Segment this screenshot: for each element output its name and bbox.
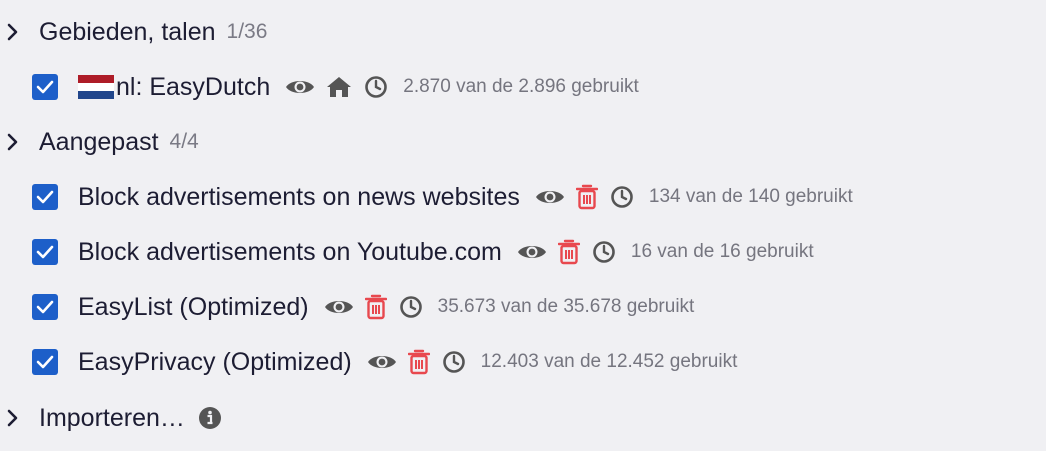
chevron-right-icon[interactable]: [6, 408, 20, 428]
usage-count: 2.870 van de 2.896 gebruikt: [403, 76, 639, 97]
section-header-import[interactable]: Importeren…: [0, 398, 222, 438]
info-icon[interactable]: [198, 406, 222, 430]
filter-list-label: Block advertisements on Youtube.com: [78, 237, 502, 266]
clock-icon[interactable]: [592, 240, 616, 264]
filter-list-item: nl: EasyDutch 2.870 van de 2.896 gebruik…: [0, 67, 639, 107]
section-count: 1/36: [226, 20, 268, 43]
clock-icon[interactable]: [442, 350, 466, 374]
trash-icon[interactable]: [407, 349, 430, 375]
filter-list-label: Block advertisements on news websites: [78, 182, 520, 211]
usage-count: 134 van de 140 gebruikt: [648, 186, 853, 207]
trash-icon[interactable]: [575, 184, 598, 210]
enable-checkbox[interactable]: [32, 239, 58, 265]
chevron-right-icon[interactable]: [6, 132, 20, 152]
filter-list-item: Block advertisements on Youtube.com 16 v…: [0, 232, 814, 272]
filter-list-label: EasyList (Optimized): [78, 292, 309, 321]
filter-list-item: EasyPrivacy (Optimized) 12.403 van de 12…: [0, 342, 737, 382]
clock-icon[interactable]: [610, 185, 634, 209]
section-title: Aangepast: [39, 127, 159, 156]
enable-checkbox[interactable]: [32, 184, 58, 210]
section-title: Importeren…: [39, 403, 185, 432]
filter-list-item: Block advertisements on news websites 13…: [0, 177, 853, 217]
eye-icon[interactable]: [324, 296, 354, 318]
usage-count: 16 van de 16 gebruikt: [630, 241, 814, 262]
netherlands-flag-icon: [78, 75, 114, 99]
trash-icon[interactable]: [557, 239, 580, 265]
eye-icon[interactable]: [367, 351, 397, 373]
eye-icon[interactable]: [535, 186, 565, 208]
usage-count: 35.673 van de 35.678 gebruikt: [437, 296, 695, 317]
eye-icon[interactable]: [285, 76, 315, 98]
usage-count: 12.403 van de 12.452 gebruikt: [480, 351, 738, 372]
filter-list-label: EasyPrivacy (Optimized): [78, 347, 352, 376]
filter-list-label: nl: EasyDutch: [116, 72, 271, 101]
home-icon[interactable]: [326, 75, 352, 99]
section-header-custom[interactable]: Aangepast 4/4: [0, 122, 199, 162]
section-title: Gebieden, talen: [39, 17, 216, 46]
section-count: 4/4: [169, 130, 199, 153]
eye-icon[interactable]: [517, 241, 547, 263]
enable-checkbox[interactable]: [32, 74, 58, 100]
trash-icon[interactable]: [364, 294, 387, 320]
clock-icon[interactable]: [364, 75, 388, 99]
section-header-regions-languages[interactable]: Gebieden, talen 1/36: [0, 12, 267, 52]
chevron-right-icon[interactable]: [6, 22, 20, 42]
enable-checkbox[interactable]: [32, 349, 58, 375]
enable-checkbox[interactable]: [32, 294, 58, 320]
filter-list-item: EasyList (Optimized) 35.673 van de 35.67…: [0, 287, 694, 327]
clock-icon[interactable]: [399, 295, 423, 319]
